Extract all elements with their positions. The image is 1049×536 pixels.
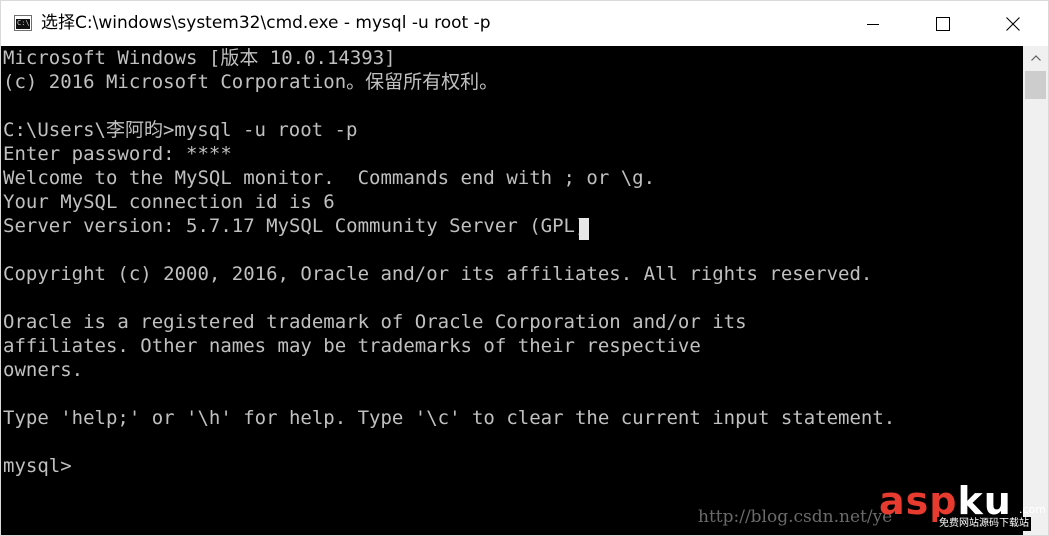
console-icon-prompt: C:\ — [17, 19, 30, 27]
scrollbar-thumb[interactable] — [1025, 71, 1046, 99]
console-line: owners. — [3, 359, 84, 381]
title-bar[interactable]: C:\ 选择C:\windows\system32\cmd.exe - mysq… — [1, 1, 1048, 46]
window-title: 选择C:\windows\system32\cmd.exe - mysql -u… — [41, 13, 491, 33]
maximize-button[interactable] — [920, 1, 966, 46]
console-line: Type 'help;' or '\h' for help. Type '\c'… — [3, 407, 896, 429]
maximize-icon — [936, 16, 950, 31]
console-line: Your MySQL connection id is 6 — [3, 191, 335, 213]
cmd-window: C:\ 选择C:\windows\system32\cmd.exe - mysq… — [0, 0, 1049, 536]
console-line: Enter password: **** — [3, 143, 232, 165]
console-line: Oracle is a registered trademark of Orac… — [3, 311, 747, 333]
console-line: Server version: 5.7.17 MySQL Community S… — [3, 215, 587, 237]
aspku-logo: aspku .com 免费网站源码下载站 — [875, 479, 1046, 535]
close-icon — [1006, 16, 1020, 31]
console-line: Microsoft Windows [版本 10.0.14393] — [3, 47, 396, 69]
cmd-console-icon[interactable]: C:\ — [14, 15, 32, 31]
logo-tagline: 免费网站源码下载站 — [937, 517, 1031, 531]
console-line: C:\Users\李阿昀>mysql -u root -p — [3, 119, 358, 141]
console-line: Copyright (c) 2000, 2016, Oracle and/or … — [3, 263, 873, 285]
console-line: affiliates. Other names may be trademark… — [3, 335, 701, 357]
watermark-url: http://blog.csdn.net/ye — [698, 507, 893, 527]
text-selection-cursor — [579, 218, 589, 240]
console-line: mysql> — [3, 455, 72, 477]
logo-com: .com — [1019, 503, 1046, 516]
scroll-up-arrow-icon — [1030, 55, 1041, 61]
console-line: Welcome to the MySQL monitor. Commands e… — [3, 167, 656, 189]
minimize-icon — [867, 23, 879, 25]
console-output[interactable]: Microsoft Windows [版本 10.0.14393] (c) 20… — [1, 46, 1023, 535]
console-line: (c) 2016 Microsoft Corporation。保留所有权利。 — [3, 71, 499, 93]
vertical-scrollbar[interactable] — [1023, 46, 1048, 535]
minimize-button[interactable] — [850, 1, 896, 46]
scroll-up-button[interactable] — [1023, 46, 1048, 70]
close-button[interactable] — [990, 1, 1036, 46]
